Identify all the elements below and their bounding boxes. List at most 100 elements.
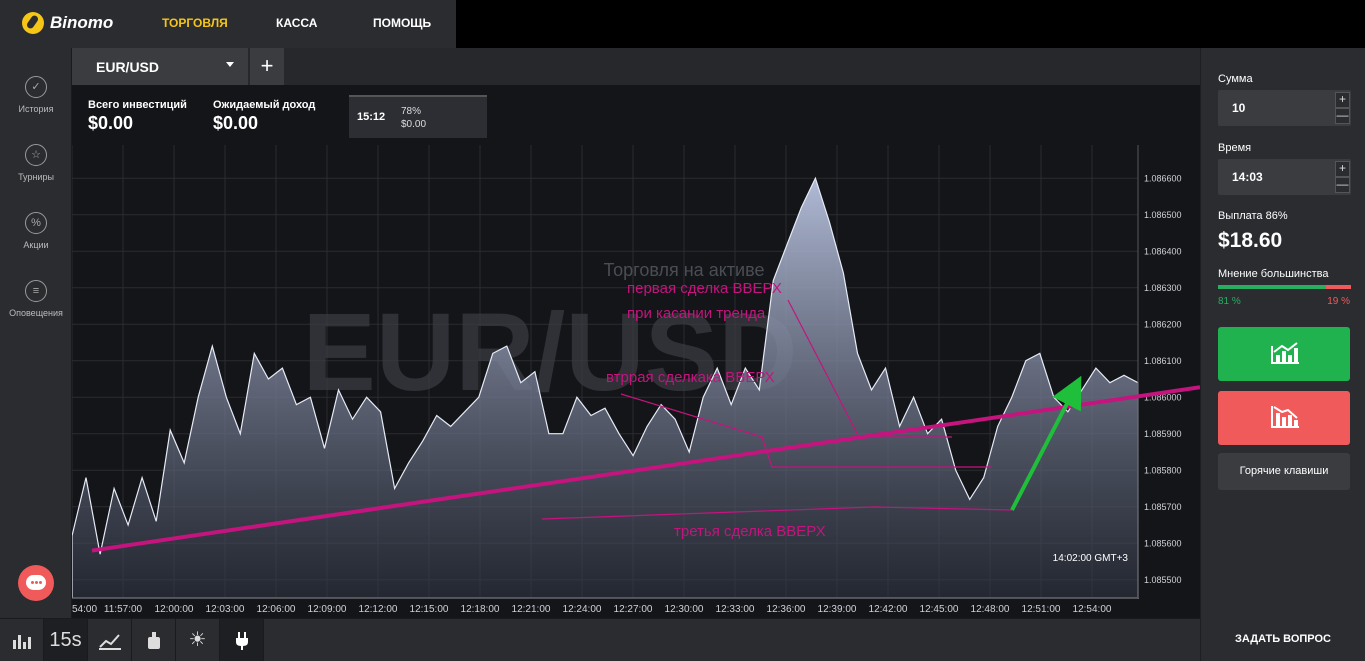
- trophy-icon: ☆: [25, 144, 47, 166]
- bell-icon: ≡: [25, 280, 47, 302]
- total-investment-value: $0.00: [88, 113, 134, 133]
- total-investment: Всего инвестиций $0.00: [88, 99, 187, 134]
- blank-banner: [456, 0, 1365, 48]
- sum-decrease-button[interactable]: —: [1335, 108, 1350, 124]
- ask-question-button[interactable]: ЗАДАТЬ ВОПРОС: [1201, 618, 1365, 661]
- y-tick-label: 1.086200: [1144, 319, 1182, 329]
- trade-up-button[interactable]: [1218, 327, 1350, 381]
- annotation-second-deal: втррая сделкака ВВЕРХ: [606, 369, 775, 386]
- watermark-caption: Торговля на активе: [604, 260, 765, 280]
- trade-down-button[interactable]: [1218, 391, 1350, 445]
- y-tick-label: 1.086500: [1144, 210, 1182, 220]
- y-tick-label: 1.085500: [1144, 575, 1182, 585]
- x-tick-label: 11:57:00: [104, 604, 143, 615]
- nav-cashier[interactable]: КАССА: [276, 16, 317, 30]
- up-percent: 81 %: [1218, 296, 1241, 307]
- x-tick-label: 12:51:00: [1022, 604, 1061, 615]
- bars-icon: [12, 634, 31, 649]
- nav-help[interactable]: ПОМОЩЬ: [373, 16, 431, 30]
- y-tick-label: 1.085600: [1144, 538, 1182, 548]
- chart-type-button[interactable]: [0, 619, 44, 661]
- theme-button[interactable]: ☀: [176, 619, 220, 661]
- app-name: Binomo: [50, 13, 114, 32]
- x-tick-label: 12:27:00: [614, 604, 653, 615]
- expected-income: Ожидаемый доход $0.00: [213, 99, 315, 134]
- x-tick-label: 12:00:00: [155, 604, 194, 615]
- brush-icon: [147, 631, 160, 649]
- current-time-label: 14:02:00 GMT+3: [1053, 553, 1129, 564]
- x-tick-label: 12:48:00: [971, 604, 1010, 615]
- binomo-logo-icon: [22, 12, 44, 34]
- asset-name: EUR/USD: [96, 59, 160, 75]
- sum-field[interactable]: 10 + —: [1218, 90, 1351, 126]
- expected-income-value: $0.00: [213, 113, 259, 133]
- y-tick-label: 1.086300: [1144, 283, 1182, 293]
- sidebar-item-history[interactable]: ✓ История: [0, 76, 72, 114]
- time-increase-button[interactable]: +: [1335, 161, 1350, 177]
- y-tick-label: 1.085800: [1144, 465, 1182, 475]
- chart-down-icon: [1271, 406, 1299, 428]
- indicators-button[interactable]: [88, 619, 132, 661]
- x-tick-label: 12:36:00: [767, 604, 806, 615]
- price-chart[interactable]: EUR/USD Торговля на активе 1.0866001.086…: [72, 85, 1200, 618]
- chat-dot: [31, 581, 34, 584]
- annotation-third-deal: третья сделка ВВЕРХ: [674, 523, 826, 540]
- deal-card[interactable]: 15:12 78% $0.00: [349, 95, 487, 138]
- annotation-first-deal: первая сделка ВВЕРХ: [627, 280, 782, 297]
- x-tick-label: 12:30:00: [665, 604, 704, 615]
- chat-dot: [39, 581, 42, 584]
- x-tick-label: 12:06:00: [257, 604, 296, 615]
- x-tick-label: 12:15:00: [410, 604, 449, 615]
- time-decrease-button[interactable]: —: [1335, 177, 1350, 193]
- chart-area[interactable]: EUR/USD Торговля на активе 1.086600 1.086…: [72, 85, 1200, 618]
- sentiment-bar: [1218, 285, 1351, 289]
- time-value[interactable]: 14:03: [1232, 170, 1263, 184]
- y-tick-label: 1.085700: [1144, 502, 1182, 512]
- y-tick-label: 1.086600: [1144, 173, 1182, 183]
- x-tick-label: 12:12:00: [359, 604, 398, 615]
- deal-time: 15:12: [357, 111, 386, 123]
- nav-trading[interactable]: ТОРГОВЛЯ: [162, 16, 228, 30]
- sidebar-item-tournaments[interactable]: ☆ Турниры: [0, 144, 72, 182]
- x-tick-label: 12:54:00: [1073, 604, 1112, 615]
- annotation-trend-touch: при касании тренда: [627, 305, 766, 322]
- bottom-toolbar: 15s ☀: [0, 618, 1200, 661]
- x-tick-label: 12:21:00: [512, 604, 551, 615]
- history-icon: ✓: [25, 76, 47, 98]
- drawing-tools-button[interactable]: [132, 619, 176, 661]
- total-investment-label: Всего инвестиций: [88, 99, 187, 111]
- plug-icon: [235, 631, 248, 650]
- sidebar-item-notifications[interactable]: ≡ Оповещения: [0, 280, 72, 318]
- x-tick-label: 12:09:00: [308, 604, 347, 615]
- majority-label: Мнение большинства: [1218, 268, 1329, 280]
- time-field[interactable]: 14:03 + —: [1218, 159, 1351, 195]
- time-interval-button[interactable]: 15s: [44, 619, 88, 661]
- asset-tab-eurusd[interactable]: EUR/USD: [72, 48, 248, 85]
- chevron-down-icon[interactable]: [226, 62, 234, 67]
- expected-income-label: Ожидаемый доход: [213, 99, 316, 111]
- y-tick-label: 1.086100: [1144, 356, 1182, 366]
- sidebar-item-label: Акции: [23, 240, 49, 250]
- x-tick-label: 12:18:00: [461, 604, 500, 615]
- down-percent: 19 %: [1327, 296, 1350, 307]
- x-tick-label: 12:03:00: [206, 604, 245, 615]
- x-tick-label: 12:33:00: [716, 604, 755, 615]
- sum-value[interactable]: 10: [1232, 101, 1245, 115]
- connection-button[interactable]: [220, 619, 264, 661]
- chat-button[interactable]: [18, 565, 54, 601]
- sentiment-up-fill: [1218, 285, 1326, 289]
- logo[interactable]: Binomo: [22, 12, 113, 34]
- sidebar-item-promotions[interactable]: % Акции: [0, 212, 72, 250]
- trade-panel: Сумма 10 + — Время 14:03 + — Выплата 86%…: [1201, 48, 1365, 618]
- add-asset-button[interactable]: +: [250, 48, 284, 85]
- trend-icon: [98, 634, 121, 650]
- x-tick-label: 12:42:00: [869, 604, 908, 615]
- sum-increase-button[interactable]: +: [1335, 92, 1350, 108]
- deal-amount: $0.00: [401, 119, 427, 130]
- x-tick-label: 12:45:00: [920, 604, 959, 615]
- chat-dot: [35, 581, 38, 584]
- chart-up-icon: [1271, 342, 1299, 364]
- y-tick-label: 1.085900: [1144, 429, 1182, 439]
- sidebar-item-label: Оповещения: [9, 308, 63, 318]
- hotkeys-button[interactable]: Горячие клавиши: [1218, 453, 1350, 490]
